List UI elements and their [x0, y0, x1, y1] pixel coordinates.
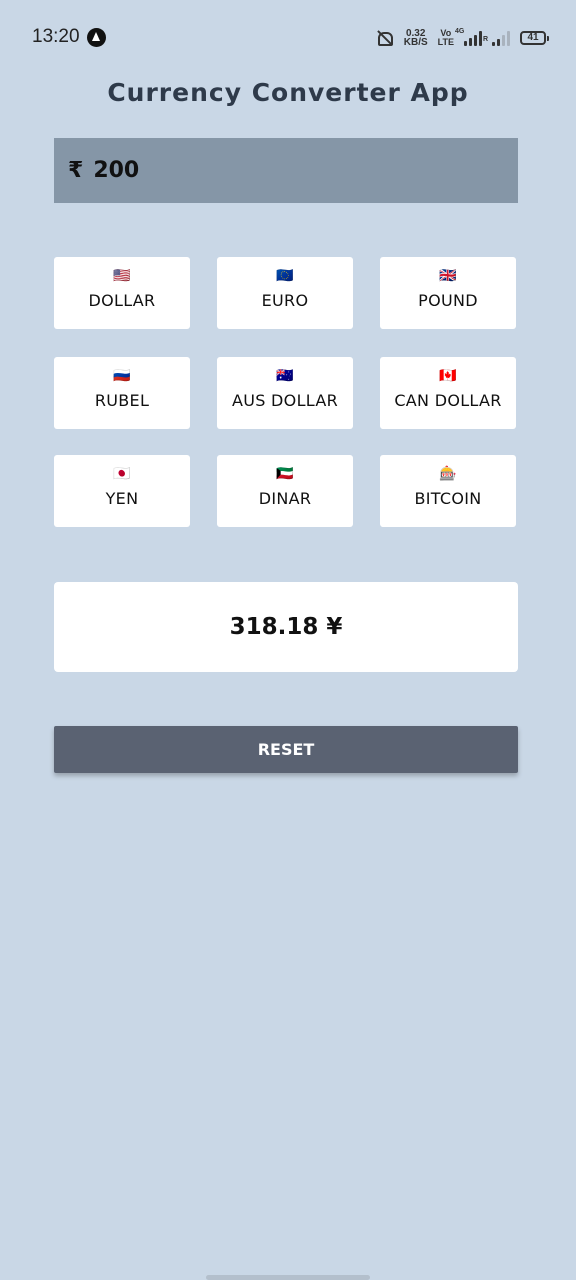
currency-button-dollar[interactable]: 🇺🇸 DOLLAR	[54, 257, 190, 329]
app-title: Currency Converter App	[107, 78, 469, 107]
currency-label: CAN DOLLAR	[394, 391, 502, 410]
network-speed: 0.32 KB/S	[403, 29, 428, 48]
australia-flag-icon: 🇦🇺	[276, 368, 294, 384]
notification-app-icon	[87, 28, 106, 47]
amount-value: 200	[93, 158, 140, 183]
network-speed-unit: KB/S	[403, 37, 428, 48]
currency-button-bitcoin[interactable]: 🎰 BITCOIN	[380, 455, 516, 527]
currency-label: AUS DOLLAR	[231, 391, 339, 410]
status-time: 13:20	[32, 26, 80, 47]
battery-icon: 41	[520, 31, 549, 45]
signal-roaming-label: R	[483, 36, 489, 43]
mute-icon	[374, 30, 394, 46]
result-value: 318.18 ¥	[229, 614, 343, 640]
reset-button[interactable]: RESET	[54, 726, 518, 773]
home-indicator[interactable]	[206, 1275, 370, 1280]
conversion-result: 318.18 ¥	[54, 582, 518, 672]
currency-button-can-dollar[interactable]: 🇨🇦 CAN DOLLAR	[380, 357, 516, 429]
currency-label: YEN	[105, 489, 139, 508]
currency-button-rubel[interactable]: 🇷🇺 RUBEL	[54, 357, 190, 429]
volte-bottom: LTE	[437, 37, 454, 47]
currency-button-dinar[interactable]: 🇰🇼 DINAR	[217, 455, 353, 527]
currency-label: DINAR	[258, 489, 312, 508]
kuwait-flag-icon: 🇰🇼	[276, 466, 294, 482]
currency-label: DOLLAR	[88, 291, 156, 310]
eu-flag-icon: 🇪🇺	[276, 268, 294, 284]
signal-4g-icon: 4G	[455, 28, 482, 46]
status-bar: 13:20 0.32 KB/S Vo LTE 4G R 41	[0, 0, 576, 74]
slot-machine-icon: 🎰	[439, 466, 457, 482]
status-icons: 0.32 KB/S Vo LTE 4G R 41	[374, 26, 549, 50]
currency-button-euro[interactable]: 🇪🇺 EURO	[217, 257, 353, 329]
uk-flag-icon: 🇬🇧	[439, 268, 457, 284]
currency-button-aus-dollar[interactable]: 🇦🇺 AUS DOLLAR	[217, 357, 353, 429]
russia-flag-icon: 🇷🇺	[113, 368, 131, 384]
us-flag-icon: 🇺🇸	[113, 268, 131, 284]
currency-button-pound[interactable]: 🇬🇧 POUND	[380, 257, 516, 329]
signal-4g-label: 4G	[455, 28, 465, 35]
amount-input[interactable]: ₹ 200	[54, 138, 518, 203]
currency-button-yen[interactable]: 🇯🇵 YEN	[54, 455, 190, 527]
currency-label: BITCOIN	[414, 489, 482, 508]
canada-flag-icon: 🇨🇦	[439, 368, 457, 384]
signal-roaming-icon: R	[483, 30, 510, 46]
currency-label: POUND	[418, 291, 478, 310]
rupee-symbol: ₹	[68, 158, 84, 183]
currency-label: EURO	[261, 291, 309, 310]
currency-label: RUBEL	[94, 391, 150, 410]
volte-icon: Vo LTE	[438, 29, 454, 47]
japan-flag-icon: 🇯🇵	[113, 466, 131, 482]
